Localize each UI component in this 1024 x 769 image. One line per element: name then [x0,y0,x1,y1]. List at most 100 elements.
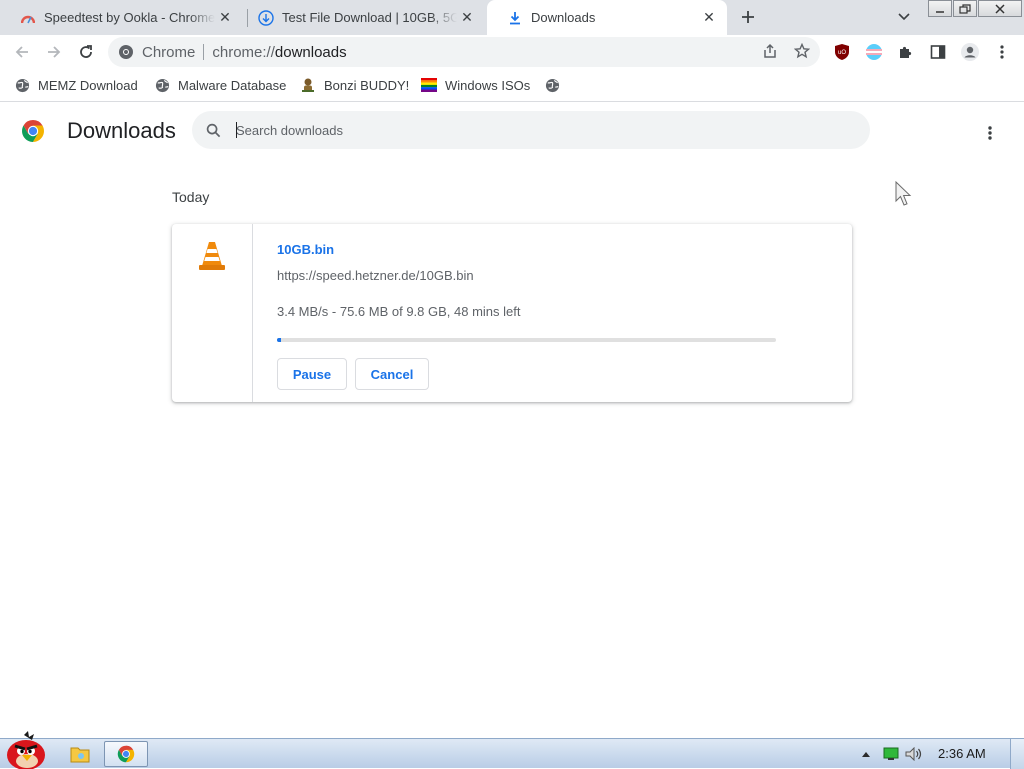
speaker-icon [905,747,922,761]
tab-strip: Speedtest by Ookla - Chrome ✕ Test File … [0,0,1024,35]
chrome-logo-icon [22,120,44,142]
avatar-icon [961,43,979,61]
show-desktop-button[interactable] [1010,739,1024,769]
file-source-url[interactable]: https://speed.hetzner.de/10GB.bin [277,268,474,283]
bookmark-windows-isos[interactable]: Windows ISOs [421,75,530,95]
download-circle-icon [258,9,274,26]
kebab-menu-icon [1000,45,1004,59]
download-item-card: 10GB.bin https://speed.hetzner.de/10GB.b… [172,224,852,402]
tab-speedtest[interactable]: Speedtest by Ookla - Chrome ✕ [0,0,243,35]
divider [203,44,205,60]
globe-icon [14,77,30,93]
file-icon-column [172,224,253,402]
date-section-label: Today [172,189,210,205]
downloads-more-actions-button[interactable] [978,121,1002,145]
tab-title: Test File Download | 10GB, 5GB [282,10,457,25]
star-icon [794,43,810,59]
browser-toolbar: Chrome chrome://downloads uO [0,35,1024,69]
chevron-down-icon [898,13,910,21]
text-caret [236,122,237,138]
svg-text:uO: uO [838,50,846,56]
vlc-cone-icon [199,242,225,270]
page-title: Downloads [67,118,176,143]
search-box[interactable] [192,111,870,149]
volume-tray-button[interactable] [904,745,924,763]
minimize-button[interactable] [928,0,952,17]
url-scheme: chrome:// [212,43,275,61]
back-arrow-icon [15,46,28,58]
chrome-icon [117,745,135,763]
side-panel-icon [930,45,946,59]
downloads-header: Downloads [0,103,1024,159]
close-icon[interactable]: ✕ [457,8,477,28]
tab-title: Downloads [531,10,596,25]
site-chip: Chrome [142,43,196,61]
ublock-extension-button[interactable]: uO [830,40,854,64]
window-close-button[interactable] [978,0,1022,17]
taskbar: 2:36 AM [0,731,1024,769]
speedtest-icon [20,10,36,26]
download-progress-fill [277,338,281,342]
forward-button[interactable] [42,40,66,64]
network-tray-button[interactable] [882,745,900,763]
bookmark-unnamed[interactable] [544,75,568,95]
network-icon [883,747,899,760]
download-arrow-icon [507,10,523,26]
share-icon [764,43,776,58]
extension-button[interactable] [862,40,886,64]
bookmark-label: Windows ISOs [445,77,531,93]
puzzle-icon [900,46,912,58]
angry-bird-start-icon[interactable] [2,731,50,769]
pause-button[interactable]: Pause [277,358,347,390]
globe-icon [544,77,560,93]
bonzi-icon [300,77,316,93]
download-status-text: 3.4 MB/s - 75.6 MB of 9.8 GB, 48 mins le… [277,304,521,319]
url-text[interactable]: chrome://downloads [212,44,346,61]
ublock-shield-icon: uO [835,44,849,60]
close-icon[interactable]: ✕ [215,8,235,28]
show-hidden-icons-button[interactable] [858,745,874,763]
bookmark-label: Malware Database [178,77,287,93]
share-button[interactable] [759,40,781,62]
restore-button[interactable] [953,0,977,17]
reload-icon [80,45,92,58]
bookmarks-bar: MEMZ Download Malware Database Bonzi BUD… [0,69,1024,102]
new-tab-button[interactable] [736,5,760,29]
tab-search-button[interactable] [894,7,914,27]
taskbar-clock[interactable]: 2:36 AM [938,746,986,761]
search-input[interactable] [236,122,836,138]
tab-title: Speedtest by Ookla - Chrome [44,10,215,25]
forward-arrow-icon [48,46,61,58]
bookmark-bonzi-buddy[interactable]: Bonzi BUDDY! [300,75,409,95]
bookmark-star-button[interactable] [791,40,813,62]
bookmark-memz-download[interactable]: MEMZ Download [14,75,138,95]
cancel-button[interactable]: Cancel [355,358,429,390]
taskbar-chrome-button[interactable] [104,741,148,767]
reload-button[interactable] [74,40,98,64]
url-host: downloads [274,43,347,61]
mouse-pointer-icon [895,181,912,206]
bookmark-label: Bonzi BUDDY! [324,77,410,93]
folder-icon [70,747,90,763]
address-bar[interactable]: Chrome chrome://downloads [108,37,820,67]
window-controls [928,0,1022,18]
profile-button[interactable] [958,40,982,64]
globe-icon [154,77,170,93]
file-name-link[interactable]: 10GB.bin [277,242,334,257]
tab-test-file-download[interactable]: Test File Download | 10GB, 5GB ✕ [238,0,485,35]
extensions-menu-button[interactable] [894,40,918,64]
trans-flag-extension-icon [866,44,882,60]
chrome-menu-button[interactable] [990,40,1014,64]
side-panel-button[interactable] [926,40,950,64]
back-button[interactable] [10,40,34,64]
taskbar-explorer-button[interactable] [58,741,102,767]
rainbow-flag-icon [421,77,437,93]
bookmark-label: MEMZ Download [38,77,138,93]
download-progress-bar [277,338,776,342]
chevron-up-icon [862,752,870,757]
search-icon [204,121,222,139]
bookmark-malware-database[interactable]: Malware Database [154,75,286,95]
kebab-menu-icon [988,126,992,140]
tab-downloads[interactable]: Downloads ✕ [487,0,727,35]
close-icon[interactable]: ✕ [699,8,719,28]
